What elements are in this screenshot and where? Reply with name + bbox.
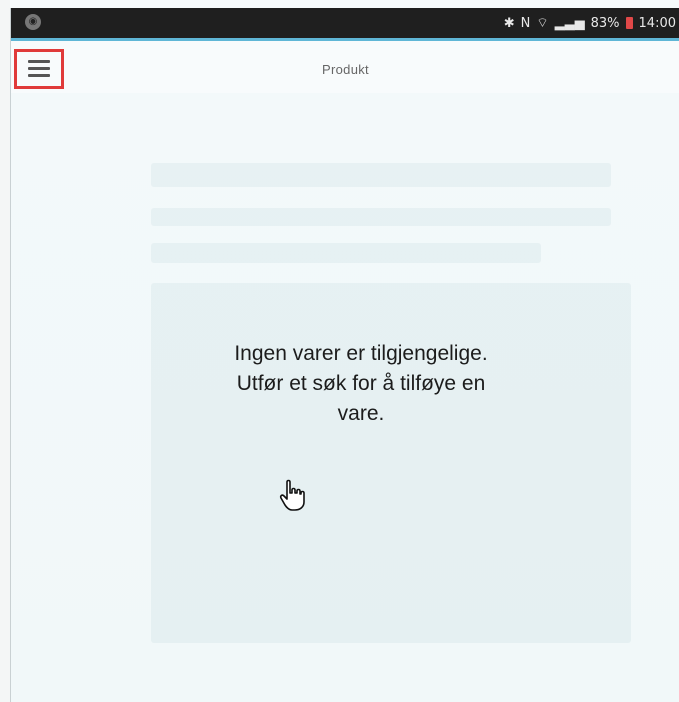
- bluetooth-icon: ✱: [503, 15, 515, 31]
- nfc-icon: N: [520, 15, 531, 31]
- status-bar: ◉ ✱ N ⌔ ▂▃▅ 83% 14:00: [11, 8, 679, 38]
- background-ghost: [151, 163, 611, 187]
- phone-screen: ◉ ✱ N ⌔ ▂▃▅ 83% 14:00 Produkt Ingen vare…: [10, 8, 679, 702]
- app-header: Produkt: [11, 41, 679, 93]
- background-ghost: [151, 283, 631, 643]
- hand-cursor-icon: [279, 479, 305, 511]
- signal-icon: ▂▃▅: [554, 15, 585, 31]
- background-ghost: [151, 243, 541, 263]
- page-title: Produkt: [322, 62, 369, 77]
- main-content: Ingen varer er tilgjengelige. Utfør et s…: [11, 93, 679, 702]
- notification-icon: ◉: [25, 14, 41, 30]
- status-indicators: ✱ N ⌔ ▂▃▅ 83% 14:00: [503, 15, 676, 32]
- wifi-icon: ⌔: [536, 16, 549, 31]
- empty-state-message: Ingen varer er tilgjengelige. Utfør et s…: [234, 342, 488, 425]
- page-edge: [0, 0, 10, 702]
- battery-icon: [625, 17, 633, 29]
- battery-percent: 83%: [590, 15, 620, 31]
- background-ghost: [151, 208, 611, 226]
- clock: 14:00: [638, 15, 676, 31]
